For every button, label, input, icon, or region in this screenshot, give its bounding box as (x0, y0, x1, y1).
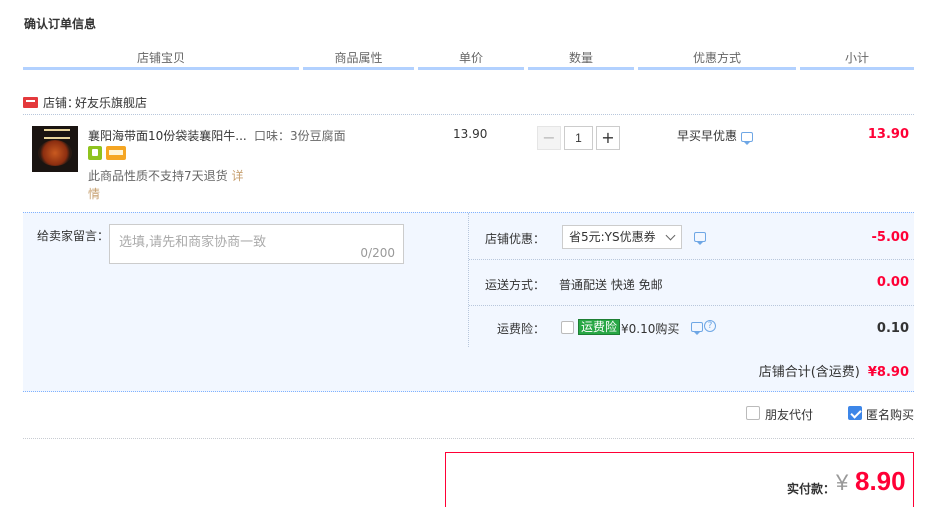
col-shop-item: 店铺宝贝 (23, 49, 299, 70)
shop-total-label: 店铺合计(含运费) (758, 365, 860, 380)
anonymous-label: 匿名购买 (866, 408, 915, 422)
product-title-link[interactable]: 襄阳海带面10份袋装襄阳牛... (88, 127, 256, 144)
coupon-selected-value: 省5元:YS优惠券 (569, 230, 656, 244)
insurance-value: 0.10 (876, 321, 909, 336)
col-attribute: 商品属性 (303, 49, 414, 70)
message-label: 给卖家留言： (37, 229, 110, 243)
unit-price: 13.90 (453, 127, 488, 141)
message-counter: 0/200 (360, 246, 395, 260)
section-divider (23, 438, 914, 439)
help-icon[interactable]: ? (704, 320, 716, 332)
product-attribute: 口味：3份豆腐面 (254, 129, 346, 143)
insurance-price: ¥0.10购买 (621, 322, 680, 336)
quantity-plus-button[interactable]: + (596, 126, 620, 150)
col-unit-price: 单价 (418, 49, 524, 70)
page-title: 确认订单信息 (24, 17, 97, 31)
refund-note-text: 此商品性质不支持7天退货 (88, 169, 228, 183)
shop-label: 店铺： (43, 96, 80, 110)
payment-summary: 实付款： ¥ 8.90 (445, 452, 914, 507)
product-thumbnail[interactable] (32, 126, 78, 172)
shipping-label: 运送方式： (485, 278, 546, 292)
insurance-checkbox[interactable] (561, 321, 574, 334)
insurance-label: 运费险： (497, 322, 546, 336)
thumbnail-caption (44, 129, 70, 139)
shop-total-amount: ¥8.90 (867, 365, 909, 380)
insurance-tag: 运费险 (578, 319, 621, 335)
payment-label: 实付款： (787, 482, 836, 496)
chat-icon[interactable] (694, 232, 706, 245)
noodle-bowl-image (38, 140, 72, 166)
shop-row: 店铺： 好友乐旗舰店 (23, 89, 914, 115)
order-item: 襄阳海带面10份袋装襄阳牛... 此商品性质不支持7天退货 详情 口味：3份豆腐… (23, 116, 914, 211)
column-header: 店铺宝贝 商品属性 单价 数量 优惠方式 小计 (23, 49, 914, 70)
friend-pay-label: 朋友代付 (765, 408, 814, 422)
chevron-down-icon (665, 230, 676, 241)
col-subtotal: 小计 (800, 49, 914, 70)
col-quantity: 数量 (528, 49, 634, 70)
payment-amount: 8.90 (855, 466, 906, 496)
coupon-select[interactable]: 省5元:YS优惠券 (562, 225, 682, 249)
card-pay-badge-icon[interactable] (106, 146, 126, 160)
chat-icon[interactable] (691, 322, 703, 335)
anonymous-checkbox[interactable] (848, 406, 862, 420)
shop-discount-value: -5.00 (871, 230, 909, 245)
message-placeholder: 选填,请先和商家协商一致 (119, 235, 267, 250)
promotion: 早买早优惠 (677, 127, 754, 145)
shipping-row: 运送方式： 普通配送 快递 免邮 0.00 (469, 260, 914, 306)
shipping-value: 0.00 (876, 275, 909, 290)
shop-discount-row: 店铺优惠： 省5元:YS优惠券 -5.00 (469, 213, 914, 260)
shop-total: 店铺合计(含运费) ¥8.90 (759, 361, 909, 380)
shipping-method: 普通配送 快递 免邮 (559, 278, 663, 292)
quantity-minus-button[interactable]: − (537, 126, 561, 150)
order-extras-panel: 给卖家留言： 选填,请先和商家协商一致 0/200 店铺优惠： 省5元:YS优惠… (23, 212, 914, 392)
item-subtotal: 13.90 (867, 127, 909, 142)
promotion-text: 早买早优惠 (677, 129, 738, 143)
message-textarea[interactable]: 选填,请先和商家协商一致 0/200 (109, 224, 404, 264)
refund-note: 此商品性质不支持7天退货 详情 (88, 167, 253, 203)
tmall-icon (23, 97, 38, 108)
quantity-input[interactable]: 1 (564, 126, 593, 150)
shop-discount-label: 店铺优惠： (485, 232, 546, 246)
guarantee-badge-icon[interactable] (88, 146, 102, 160)
payment-currency: ¥ (836, 470, 849, 495)
insurance-row: 运费险： 运费险 ¥0.10购买 ? 0.10 (469, 306, 914, 347)
friend-pay-checkbox[interactable] (746, 406, 760, 420)
chat-icon[interactable] (741, 131, 754, 145)
shop-name-link[interactable]: 好友乐旗舰店 (75, 94, 147, 111)
col-promotion: 优惠方式 (638, 49, 796, 70)
